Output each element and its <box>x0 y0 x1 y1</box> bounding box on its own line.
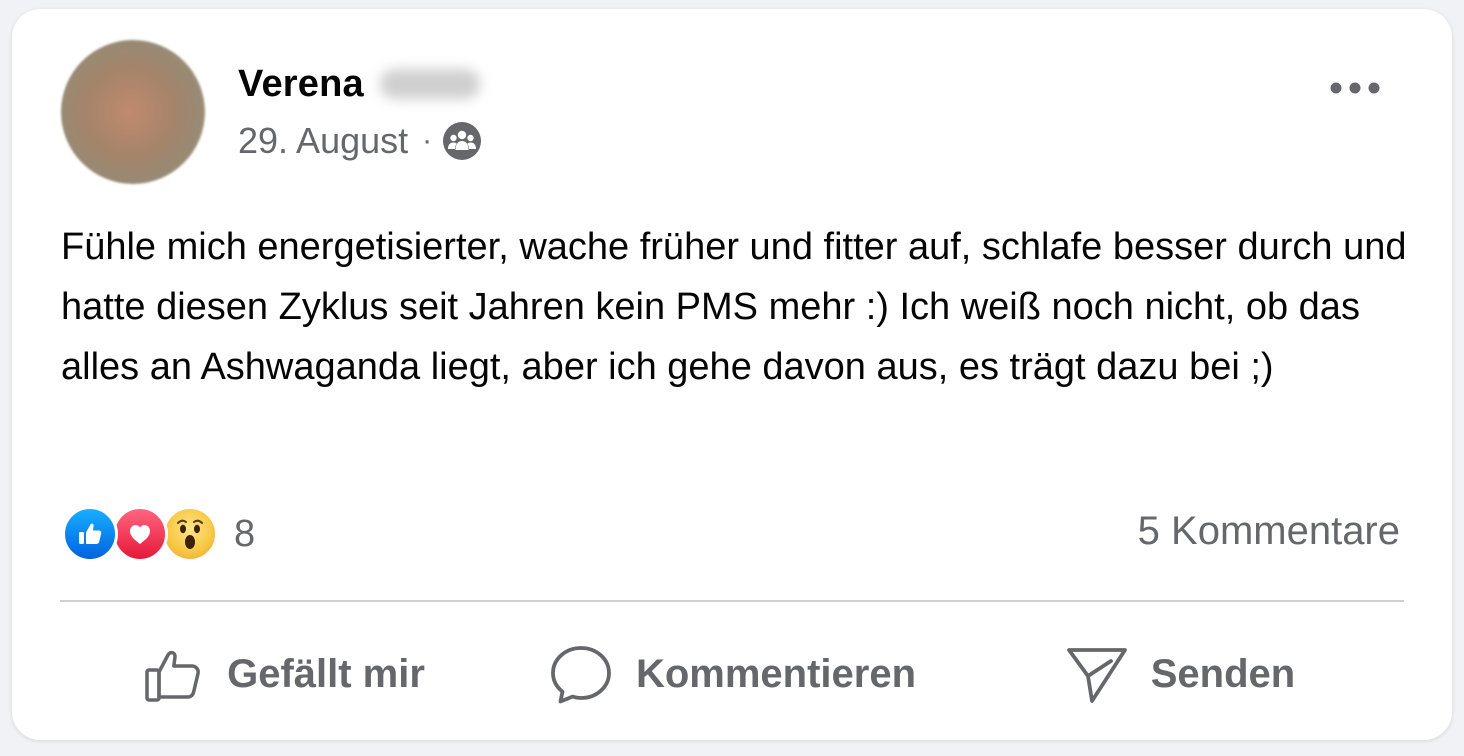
comment-button-label: Kommentieren <box>635 651 917 696</box>
post-date[interactable]: 29. August <box>238 120 408 162</box>
send-button[interactable]: Senden <box>956 620 1404 728</box>
author-avatar[interactable] <box>61 40 205 184</box>
group-icon[interactable] <box>442 121 482 161</box>
comments-count-link[interactable]: 5 Kommentare <box>1138 509 1400 554</box>
send-icon <box>1066 648 1127 703</box>
like-button-label: Gefällt mir <box>227 651 425 696</box>
like-reaction-icon <box>62 506 118 562</box>
wow-reaction-icon <box>162 506 218 562</box>
thumbs-up-icon <box>145 650 201 702</box>
reactions-summary[interactable]: 8 <box>62 505 255 563</box>
love-reaction-icon <box>112 506 168 562</box>
reaction-count: 8 <box>234 512 256 555</box>
post-card: Verena 29. August · Fühle mich energetis… <box>12 9 1452 740</box>
post-text: Fühle mich energetisierter, wache früher… <box>61 226 1407 388</box>
author-name-row: Verena <box>238 61 480 107</box>
send-button-label: Senden <box>1150 651 1296 696</box>
post-actions: Gefällt mir Kommentieren Senden <box>60 620 1404 728</box>
author-last-name-redacted <box>379 69 480 99</box>
comment-bubble-icon <box>551 646 611 704</box>
post-meta: 29. August · <box>238 119 482 163</box>
more-options-button[interactable] <box>1318 65 1392 111</box>
meta-separator: · <box>422 124 433 157</box>
more-horizontal-icon <box>1330 82 1380 94</box>
author-name[interactable]: Verena <box>238 63 364 106</box>
divider <box>60 600 1404 602</box>
like-button[interactable]: Gefällt mir <box>60 620 508 728</box>
comment-button[interactable]: Kommentieren <box>508 620 956 728</box>
